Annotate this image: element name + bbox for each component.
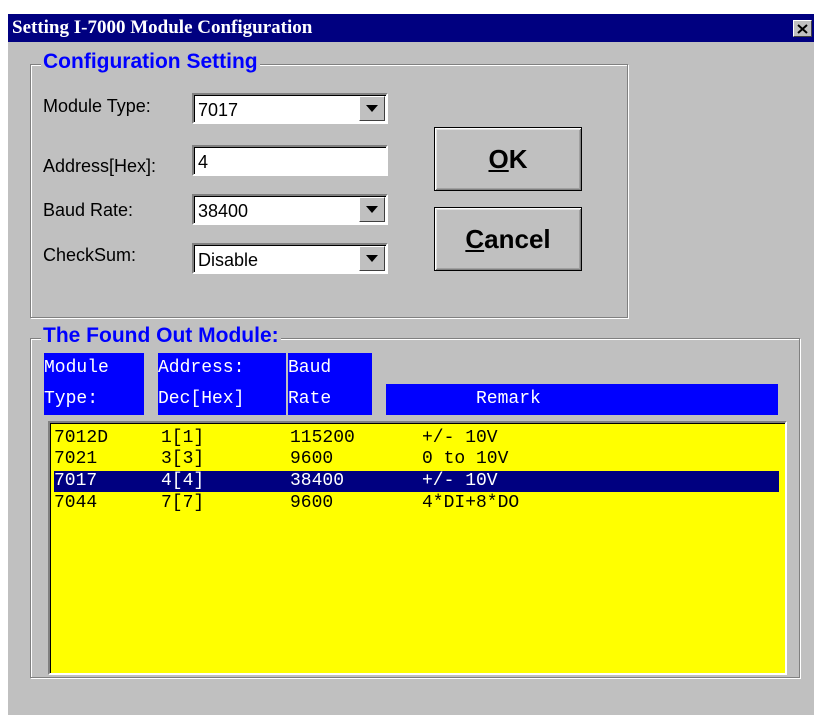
header-baud-rate[interactable]: Baud Rate: [288, 353, 372, 415]
address-label: Address[Hex]:: [43, 156, 157, 176]
module-type-dropdown-button[interactable]: [359, 96, 385, 121]
module-type-dropdown[interactable]: 7017: [192, 93, 388, 124]
module-type-value: 7017: [198, 100, 239, 120]
found-module-list[interactable]: 7012D 1[1] 115200 +/- 10V 7021 3[3] 9600…: [48, 421, 787, 675]
list-item[interactable]: 7044 7[7] 9600 4*DI+8*DO: [54, 493, 779, 514]
cancel-button-label: Cancel: [465, 223, 551, 254]
configuration-setting-title: Configuration Setting: [41, 50, 260, 74]
header-address[interactable]: Address: Dec[Hex]: [158, 353, 286, 415]
dropdown-arrow-icon: [366, 105, 378, 112]
list-item[interactable]: 7021 3[3] 9600 0 to 10V: [54, 449, 779, 470]
baud-rate-dropdown-button[interactable]: [359, 197, 385, 222]
dropdown-arrow-icon: [366, 206, 378, 213]
checksum-dropdown-button[interactable]: [359, 246, 385, 271]
list-item[interactable]: 7012D 1[1] 115200 +/- 10V: [54, 428, 779, 449]
baud-rate-dropdown[interactable]: 38400: [192, 194, 388, 225]
window-title: Setting I-7000 Module Configuration: [12, 17, 313, 38]
header-remark[interactable]: Remark: [386, 384, 778, 415]
checksum-value: Disable: [198, 250, 259, 270]
module-type-label: Module Type:: [43, 96, 151, 116]
config-dialog: Setting I-7000 Module Configuration Conf…: [8, 14, 814, 715]
cancel-button[interactable]: Cancel: [434, 207, 582, 271]
close-button[interactable]: [793, 20, 812, 37]
baud-rate-value: 38400: [198, 201, 249, 221]
ok-button-label: OK: [488, 143, 528, 174]
address-value: 4: [198, 152, 209, 172]
title-bar[interactable]: Setting I-7000 Module Configuration: [8, 14, 814, 42]
ok-button[interactable]: OK: [434, 127, 582, 191]
checksum-label: CheckSum:: [43, 245, 137, 265]
found-module-title: The Found Out Module:: [41, 324, 281, 348]
list-item-selected[interactable]: 7017 4[4] 38400 +/- 10V: [53, 470, 780, 493]
header-module-type[interactable]: Module Type:: [44, 353, 144, 415]
checksum-dropdown[interactable]: Disable: [192, 243, 388, 274]
close-icon: [797, 23, 808, 34]
baud-rate-label: Baud Rate:: [43, 200, 134, 220]
dropdown-arrow-icon: [366, 255, 378, 262]
address-field[interactable]: 4: [192, 145, 388, 176]
